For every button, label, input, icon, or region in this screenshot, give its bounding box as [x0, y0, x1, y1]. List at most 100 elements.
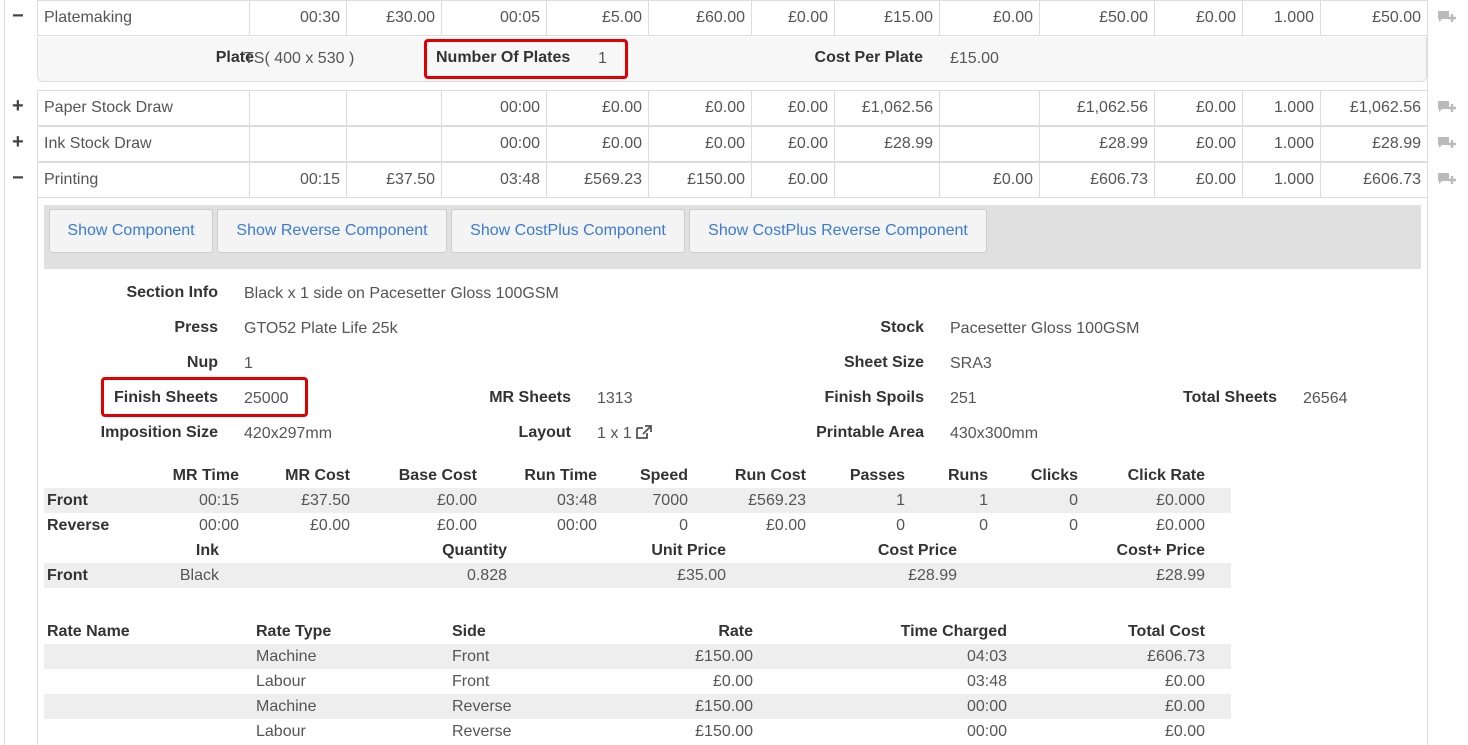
column-header: Time Charged [900, 623, 1007, 640]
table-cell: £150.00 [695, 648, 753, 665]
column-divider [1039, 0, 1040, 36]
table-cell: £0.00 [309, 517, 350, 534]
table-cell: 00:15 [198, 492, 239, 509]
column-divider [1154, 126, 1155, 162]
row-cell: £28.99 [1372, 135, 1421, 152]
row-cell: £0.00 [992, 171, 1033, 188]
table-cell: 00:00 [966, 723, 1007, 740]
table-cell: £0.00 [1164, 723, 1205, 740]
row-side-label: Front [47, 492, 88, 509]
row-cell: £0.00 [1195, 9, 1236, 26]
add-comment-icon[interactable] [1437, 10, 1456, 26]
column-divider [346, 90, 347, 126]
expand-toggle[interactable]: + [12, 95, 24, 118]
table-cell: 03:48 [556, 492, 597, 509]
cost-row: + Ink Stock Draw 00:00 £0.00 £0.00 £0.00 £28.9… [0, 126, 1468, 162]
collapse-toggle[interactable]: − [12, 5, 24, 28]
table-cell: 0 [896, 517, 905, 534]
highlight-number-of-plates [424, 39, 628, 79]
row-cell: £37.50 [386, 171, 435, 188]
show-costplus-component-button[interactable]: Show CostPlus Component [451, 209, 685, 253]
column-header: Rate Name [47, 623, 130, 640]
cost-row: − Printing 00:15 £37.50 03:48 £569.23 £150.00 £… [0, 162, 1468, 198]
column-divider [939, 162, 940, 198]
row-cell: £569.23 [584, 171, 642, 188]
row-cell: 00:00 [499, 99, 540, 116]
table-cell: 0.828 [466, 567, 507, 584]
run-table-header: MR Time MR Cost Base Cost Run Time Speed Run … [44, 463, 1231, 488]
table-cell: 1 [896, 492, 905, 509]
row-cell: 00:05 [499, 9, 540, 26]
layout-value: 1 x 1 [597, 425, 653, 443]
row-cell: 1.000 [1273, 99, 1314, 116]
column-divider [751, 90, 752, 126]
column-header: Rate Type [256, 623, 332, 640]
nup-label: Nup [186, 354, 218, 371]
collapse-toggle[interactable]: − [12, 167, 24, 190]
row-name: Platemaking [44, 9, 133, 26]
column-divider [834, 162, 835, 198]
show-reverse-component-button[interactable]: Show Reverse Component [217, 209, 447, 253]
column-divider [648, 126, 649, 162]
row-cell: £0.00 [787, 135, 828, 152]
row-cell: £0.00 [704, 99, 745, 116]
external-link-icon[interactable] [636, 425, 653, 439]
cost-row: − Platemaking 00:30 £30.00 00:05 £5.00 £60.00 £… [0, 0, 1468, 36]
column-divider [441, 162, 442, 198]
column-divider [346, 0, 347, 36]
sheet-size-value: SRA3 [950, 355, 992, 372]
table-cell: 0 [679, 517, 688, 534]
row-cell: £28.99 [1099, 135, 1148, 152]
row-divider [37, 126, 1427, 127]
column-divider [346, 126, 347, 162]
row-cell: 00:00 [499, 135, 540, 152]
expand-toggle[interactable]: + [12, 131, 24, 154]
plate-value: TS( 400 x 530 ) [244, 50, 355, 67]
table-cell: Reverse [452, 698, 512, 715]
row-cell: £60.00 [696, 9, 745, 26]
column-divider [1154, 0, 1155, 36]
table-cell: Front [452, 648, 490, 665]
show-costplus-reverse-component-button[interactable]: Show CostPlus Reverse Component [689, 209, 987, 253]
column-divider [1320, 0, 1321, 36]
column-divider [1039, 126, 1040, 162]
row-cell: £0.00 [787, 99, 828, 116]
table-cell: 04:03 [966, 648, 1007, 665]
add-comment-icon[interactable] [1437, 136, 1456, 152]
total-sheets-label: Total Sheets [1183, 389, 1277, 406]
column-divider [834, 126, 835, 162]
row-cell: £50.00 [1099, 9, 1148, 26]
imposition-size-value: 420x297mm [244, 425, 333, 442]
column-divider [1154, 162, 1155, 198]
row-cell: £1,062.56 [1076, 99, 1148, 116]
column-divider [1039, 90, 1040, 126]
table-cell: £37.50 [301, 492, 350, 509]
table-cell: 00:00 [556, 517, 597, 534]
column-header: MR Cost [285, 467, 350, 484]
column-divider [1242, 0, 1243, 36]
row-cell: £0.00 [601, 99, 642, 116]
table-cell: Machine [256, 648, 317, 665]
column-divider [751, 126, 752, 162]
row-side-label: Reverse [47, 517, 110, 534]
column-header: Cost+ Price [1116, 542, 1205, 559]
column-divider [546, 126, 547, 162]
column-header: Run Cost [734, 467, 806, 484]
column-header: Quantity [442, 542, 507, 559]
section-info-value: Black x 1 side on Pacesetter Gloss 100GS… [244, 285, 559, 302]
table-cell: £0.00 [765, 517, 806, 534]
column-header: Rate [718, 623, 753, 640]
table-cell: £0.00 [712, 673, 753, 690]
column-header: Runs [948, 467, 988, 484]
row-cell: £0.00 [787, 9, 828, 26]
column-divider [1242, 126, 1243, 162]
column-header: Total Cost [1127, 623, 1205, 640]
add-comment-icon[interactable] [1437, 172, 1456, 188]
column-header: Side [452, 623, 486, 640]
table-row: Machine Front £150.00 04:03 £606.73 [44, 644, 1231, 669]
mr-sheets-label: MR Sheets [489, 389, 571, 406]
row-cell: £0.00 [601, 135, 642, 152]
column-divider [939, 0, 940, 36]
show-component-button[interactable]: Show Component [49, 209, 213, 253]
add-comment-icon[interactable] [1437, 100, 1456, 116]
